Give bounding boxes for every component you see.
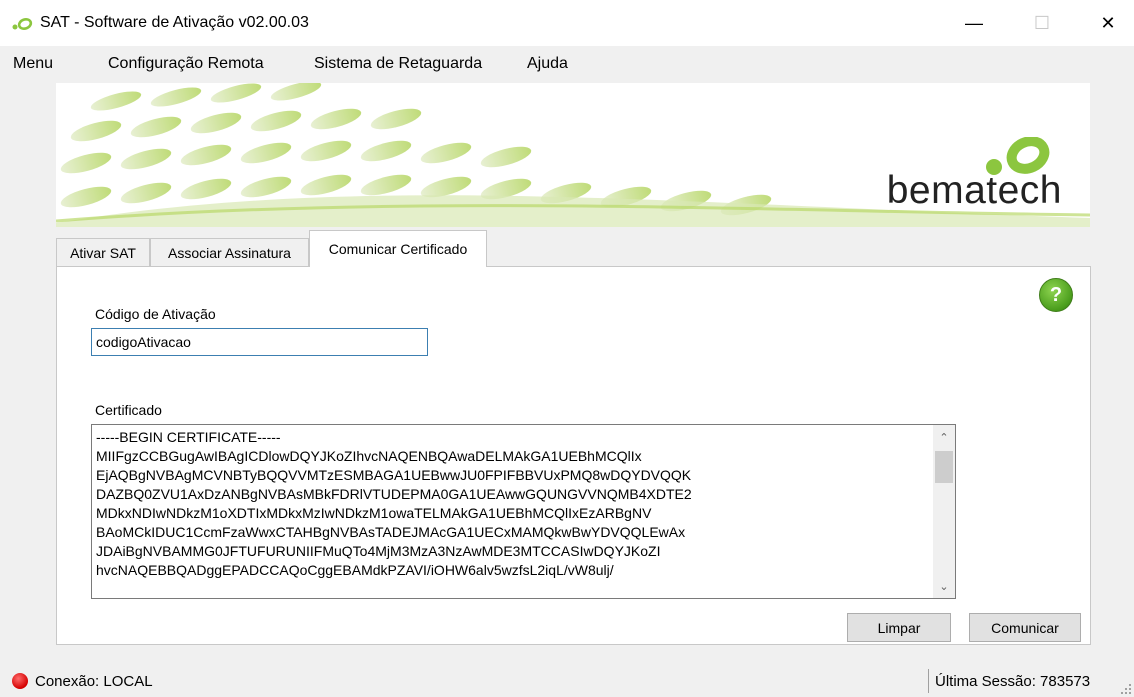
comunicar-label: Comunicar: [991, 619, 1059, 636]
certificado-scrollbar[interactable]: ⌃ ⌄: [933, 425, 955, 598]
menu-item-sistema-retaguarda[interactable]: Sistema de Retaguarda: [314, 55, 482, 73]
limpar-button[interactable]: Limpar: [847, 613, 951, 642]
tab-associar-assinatura[interactable]: Associar Assinatura: [150, 238, 309, 266]
last-session-text: Última Sessão: 783573: [935, 673, 1091, 690]
certificado-text: -----BEGIN CERTIFICATE----- MIIFgzCCBGug…: [96, 429, 692, 578]
close-icon: ✕: [1100, 12, 1116, 33]
tab-label: Ativar SAT: [70, 244, 136, 261]
maximize-icon: ☐: [1033, 12, 1051, 33]
menu-bar: Menu Configuração Remota Sistema de Reta…: [0, 46, 1134, 83]
tab-comunicar-certificado[interactable]: Comunicar Certificado: [309, 230, 487, 267]
scroll-up-icon[interactable]: ⌃: [933, 427, 955, 447]
resize-grip-icon[interactable]: [1120, 683, 1132, 695]
codigo-ativacao-label: Código de Ativação: [95, 306, 216, 322]
minimize-icon: —: [965, 12, 983, 33]
comunicar-button[interactable]: Comunicar: [969, 613, 1081, 642]
scroll-thumb[interactable]: [935, 451, 953, 483]
brand-name: bematech: [886, 169, 1062, 212]
maximize-button[interactable]: ☐: [1019, 0, 1065, 46]
help-label: ?: [1049, 283, 1063, 306]
limpar-label: Limpar: [877, 619, 921, 636]
window-title: SAT - Software de Ativação v02.00.03: [40, 14, 309, 31]
tab-label: Associar Assinatura: [168, 244, 291, 261]
status-separator: [928, 669, 929, 693]
tab-ativar-sat[interactable]: Ativar SAT: [56, 238, 150, 266]
certificado-textarea[interactable]: -----BEGIN CERTIFICATE----- MIIFgzCCBGug…: [91, 424, 956, 599]
bematech-app-icon: [12, 17, 33, 31]
help-icon[interactable]: ?: [1039, 278, 1073, 312]
menu-item-configuracao-remota[interactable]: Configuração Remota: [108, 55, 264, 73]
scroll-down-icon[interactable]: ⌄: [933, 576, 955, 596]
tab-label: Comunicar Certificado: [328, 241, 468, 257]
close-button[interactable]: ✕: [1085, 0, 1131, 46]
menu-item-ajuda[interactable]: Ajuda: [527, 55, 568, 73]
certificado-label: Certificado: [95, 402, 162, 418]
menu-item-menu[interactable]: Menu: [13, 55, 53, 73]
brand-banner: bematech: [56, 83, 1090, 227]
minimize-button[interactable]: —: [951, 0, 997, 46]
title-bar: SAT - Software de Ativação v02.00.03 — ☐…: [0, 0, 1134, 46]
connection-status-text: Conexão: LOCAL: [35, 673, 153, 690]
codigo-ativacao-input[interactable]: [91, 328, 428, 356]
connection-status-icon: [12, 673, 28, 689]
status-bar: Conexão: LOCAL Última Sessão: 783573: [0, 665, 1134, 697]
